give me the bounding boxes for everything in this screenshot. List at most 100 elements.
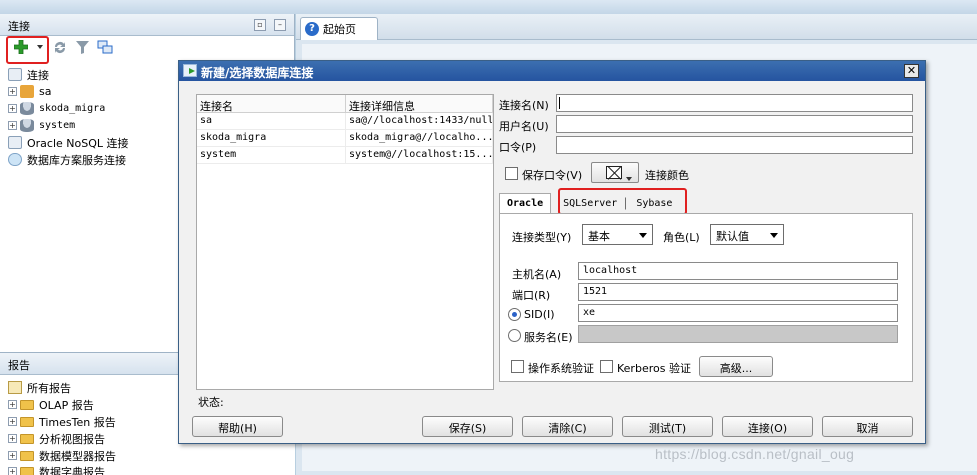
report-item-label: TimesTen 报告 <box>39 415 116 429</box>
expand-icon[interactable]: + <box>8 434 17 443</box>
tree-item-label: 连接 <box>27 68 49 82</box>
expand-icon[interactable]: + <box>8 104 17 113</box>
report-item-data-modeler[interactable]: + 数据模型器报告 <box>8 447 116 464</box>
hostname-value: localhost <box>583 265 638 276</box>
tree-item-label: system <box>39 120 76 131</box>
tree-item-label: Oracle NoSQL 连接 <box>27 136 129 150</box>
password-label: 口令(P) <box>499 141 537 154</box>
expand-icon[interactable]: + <box>8 121 17 130</box>
tree-item-system[interactable]: + system <box>8 117 75 134</box>
report-item-label: 数据模型器报告 <box>39 449 116 463</box>
expand-icon[interactable]: + <box>8 451 17 460</box>
clear-button[interactable]: 清除(C) <box>522 416 613 437</box>
table-cell: skoda_migra@//localho... <box>346 130 493 146</box>
table-row[interactable]: system system@//localhost:15... <box>197 147 493 164</box>
table-row[interactable]: sa sa@//localhost:1433/null <box>197 113 493 130</box>
panel-restore-icon[interactable]: ▫ <box>254 19 266 31</box>
tree-item-connections[interactable]: 连接 <box>8 66 49 83</box>
text-caret <box>559 97 560 109</box>
folder-icon <box>20 399 34 410</box>
expand-icon[interactable]: + <box>8 467 17 475</box>
dialog-title: 新建/选择数据库连接 <box>201 66 314 80</box>
expand-icon[interactable]: + <box>8 87 17 96</box>
column-header-name[interactable]: 连接名 <box>197 95 346 113</box>
os-auth-checkbox[interactable] <box>511 360 524 373</box>
expand-icon[interactable]: + <box>8 417 17 426</box>
connections-panel-header: 连接 ▫ – <box>0 14 294 36</box>
connect-button[interactable]: 连接(O) <box>722 416 813 437</box>
username-input[interactable] <box>556 115 913 133</box>
username-label: 用户名(U) <box>499 120 549 133</box>
dialog-title-icon <box>183 64 197 77</box>
sid-input[interactable]: xe <box>578 304 898 322</box>
tree-item-label: 数据库方案服务连接 <box>27 153 126 167</box>
editor-tabstrip: ? 起始页 <box>296 14 977 40</box>
service-name-label: 服务名(E) <box>524 331 573 344</box>
report-item-label: 分析视图报告 <box>39 432 105 446</box>
cloud-icon <box>8 153 22 166</box>
expand-icon[interactable]: + <box>8 400 17 409</box>
connection-name-input[interactable] <box>556 94 913 112</box>
connections-table: 连接名 连接详细信息 sa sa@//localhost:1433/null s… <box>196 94 494 390</box>
connections-icon <box>8 68 22 81</box>
reports-panel-title: 报告 <box>8 359 30 372</box>
report-item-olap[interactable]: + OLAP 报告 <box>8 396 94 413</box>
role-label: 角色(L) <box>663 231 700 244</box>
hostname-label: 主机名(A) <box>512 268 562 281</box>
save-password-checkbox[interactable] <box>505 167 518 180</box>
tab-start-page[interactable]: ? 起始页 <box>300 17 378 40</box>
report-item-label: OLAP 报告 <box>39 398 94 412</box>
tab-oracle[interactable]: Oracle <box>499 193 552 214</box>
role-select[interactable]: 默认值 <box>710 224 784 245</box>
panel-minimize-icon[interactable]: – <box>274 19 286 31</box>
connection-name-label: 连接名(N) <box>499 99 549 112</box>
report-item-label: 所有报告 <box>27 381 71 395</box>
ide-top-bar <box>0 0 977 14</box>
refresh-icon[interactable] <box>53 41 67 54</box>
dialog-title-bar: 新建/选择数据库连接 ✕ <box>179 61 925 81</box>
connection-color-button[interactable] <box>591 162 639 183</box>
new-connection-dialog: 新建/选择数据库连接 ✕ 连接名 连接详细信息 sa sa@//localhos… <box>178 60 926 444</box>
hostname-input[interactable]: localhost <box>578 262 898 280</box>
table-header: 连接名 连接详细信息 <box>197 95 493 113</box>
tree-item-schema-service[interactable]: 数据库方案服务连接 <box>8 151 126 168</box>
connection-type-label: 连接类型(Y) <box>512 231 572 244</box>
connection-type-select[interactable]: 基本 <box>582 224 653 245</box>
column-header-details[interactable]: 连接详细信息 <box>346 95 493 113</box>
save-button[interactable]: 保存(S) <box>422 416 513 437</box>
test-button[interactable]: 测试(T) <box>622 416 713 437</box>
help-button[interactable]: 帮助(H) <box>192 416 283 437</box>
table-cell: system <box>197 147 346 163</box>
tabs-highlight <box>558 188 687 215</box>
folder-icon <box>20 416 34 427</box>
tree-item-sa[interactable]: + sa <box>8 83 51 100</box>
service-name-input[interactable] <box>578 325 898 343</box>
watermark-text: https://blog.csdn.net/gnail_oug <box>655 446 855 462</box>
database-icon <box>20 102 34 115</box>
database-icon <box>20 119 34 132</box>
tree-item-skoda-migra[interactable]: + skoda_migra <box>8 100 105 117</box>
report-item-data-dictionary[interactable]: + 数据字典报告 <box>8 463 105 475</box>
report-item-analytic-views[interactable]: + 分析视图报告 <box>8 430 105 447</box>
cancel-button[interactable]: 取消 <box>822 416 913 437</box>
kerberos-checkbox[interactable] <box>600 360 613 373</box>
folder-icon <box>20 450 34 461</box>
folder-icon <box>20 433 34 444</box>
folder-icon <box>20 466 34 475</box>
password-input[interactable] <box>556 136 913 154</box>
schema-browser-icon[interactable] <box>97 40 113 54</box>
report-icon <box>8 381 22 394</box>
port-input[interactable]: 1521 <box>578 283 898 301</box>
advanced-button[interactable]: 高级... <box>699 356 773 377</box>
tree-item-label: skoda_migra <box>39 103 106 114</box>
sid-radio[interactable] <box>508 308 521 321</box>
table-cell: sa <box>197 113 346 129</box>
service-name-radio[interactable] <box>508 329 521 342</box>
close-icon[interactable]: ✕ <box>904 64 919 78</box>
tree-item-oracle-nosql[interactable]: Oracle NoSQL 连接 <box>8 134 129 151</box>
report-item-label: 数据字典报告 <box>39 465 105 475</box>
filter-icon[interactable] <box>76 41 89 54</box>
table-row[interactable]: skoda_migra skoda_migra@//localho... <box>197 130 493 147</box>
report-item-timesten[interactable]: + TimesTen 报告 <box>8 413 116 430</box>
report-item-all[interactable]: 所有报告 <box>8 379 71 396</box>
